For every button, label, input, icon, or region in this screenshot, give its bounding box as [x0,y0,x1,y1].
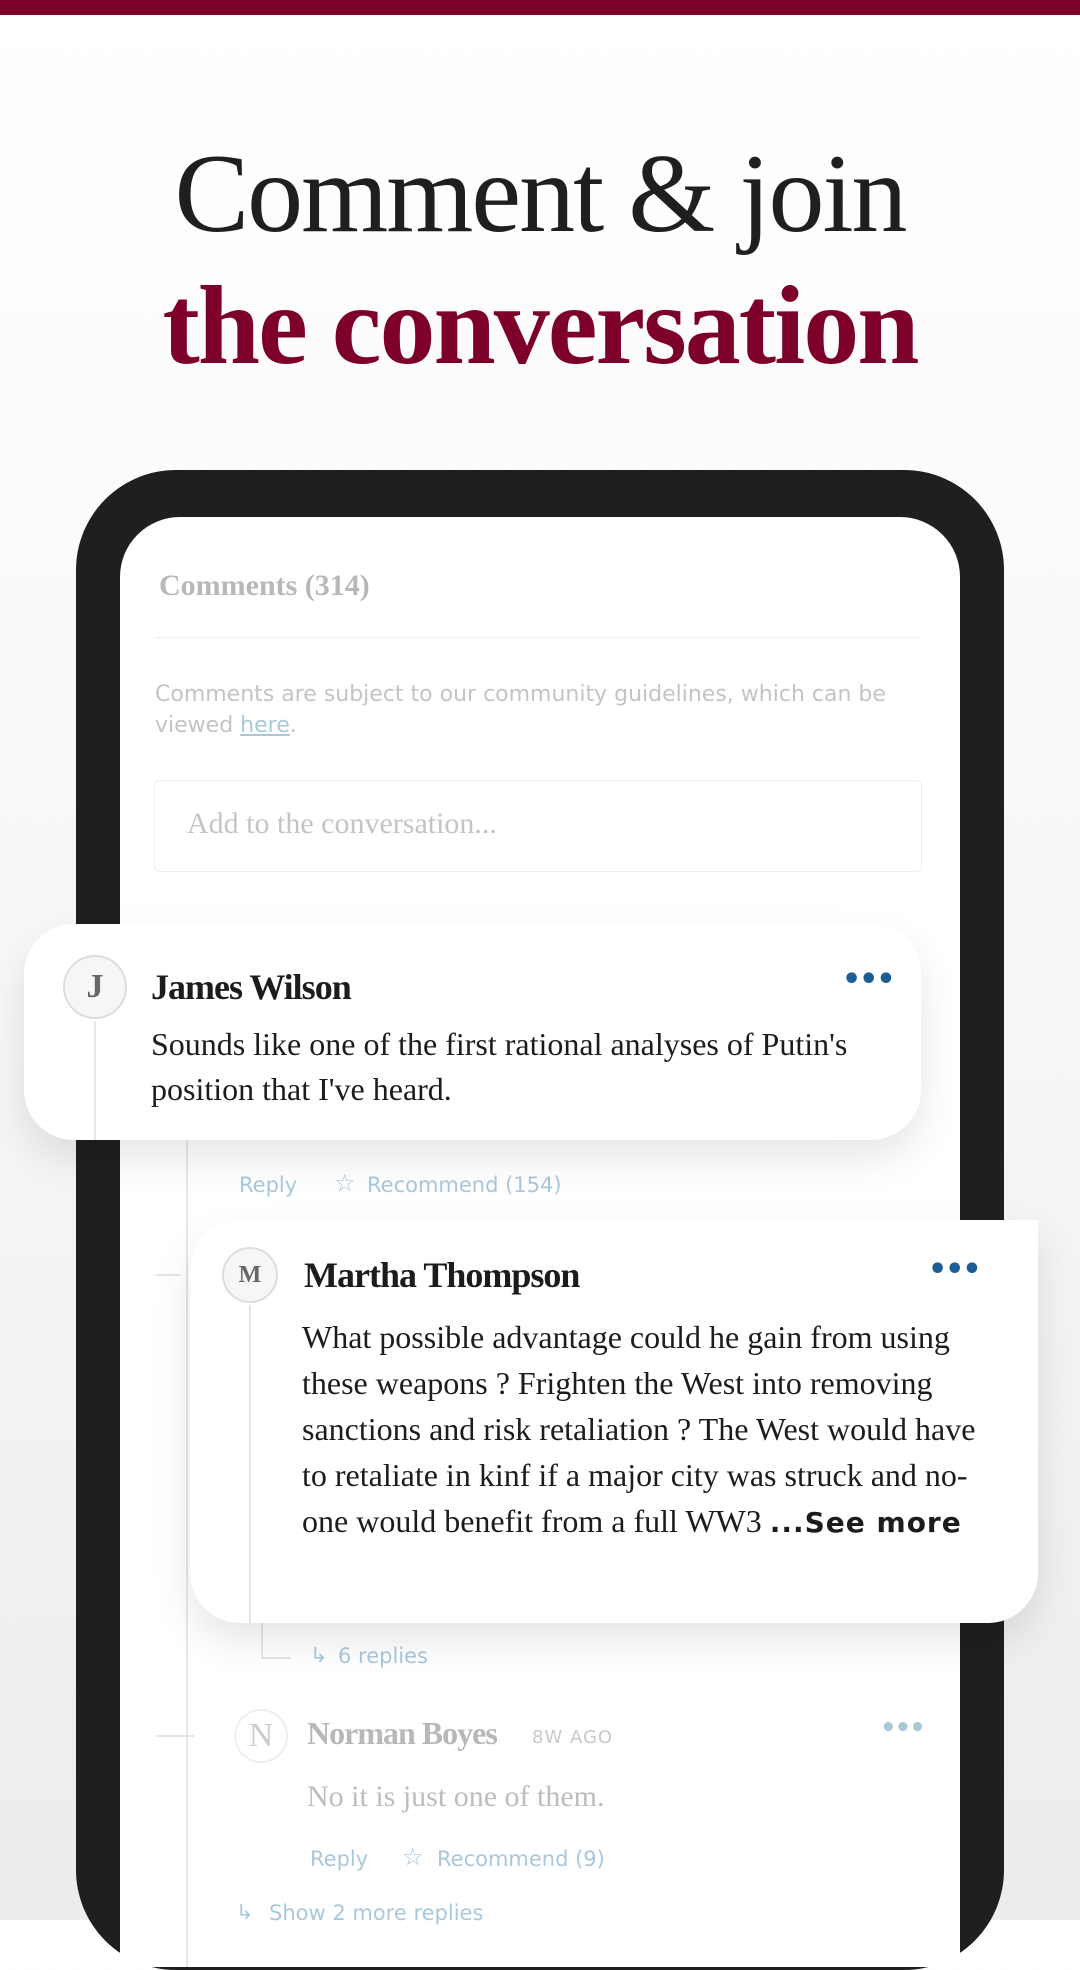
star-icon[interactable]: ☆ [334,1169,356,1197]
reply-arrow-icon: ↳ [236,1900,254,1924]
brand-top-bar [0,0,1080,15]
comment-card: J James Wilson ••• Sounds like one of th… [24,924,921,1140]
comments-count-title: Comments (314) [159,569,370,602]
thread-line [261,1617,263,1657]
thread-connector [261,1657,291,1659]
reply-button[interactable]: Reply [239,1173,297,1197]
recommend-button[interactable]: Recommend (154) [367,1173,562,1197]
reply-button[interactable]: Reply [310,1847,368,1871]
view-replies-link[interactable]: 6 replies [338,1644,428,1668]
thread-line [94,1021,96,1140]
comment-input[interactable]: Add to the conversation... [154,780,922,872]
thread-connector [156,1274,180,1276]
divider [155,637,921,638]
guidelines-link[interactable]: here [240,713,290,738]
see-more-link[interactable]: ...See more [770,1506,962,1539]
comment-time: 8W AGO [532,1727,614,1748]
reply-arrow-icon: ↳ [310,1643,328,1667]
recommend-button[interactable]: Recommend (9) [437,1847,605,1871]
avatar: M [222,1247,278,1303]
comment-card: M Martha Thompson ••• What possible adva… [190,1220,1038,1623]
guidelines-text: Comments are subject to our community gu… [155,682,886,738]
comment-body: No it is just one of them. [307,1780,605,1813]
comment-author: Martha Thompson [304,1255,580,1295]
more-dots-icon[interactable]: ••• [842,962,896,997]
comment-author: Norman Boyes [307,1715,498,1751]
thread-line [186,1137,188,1967]
avatar: N [234,1709,288,1763]
thread-connector [156,1735,194,1737]
star-icon[interactable]: ☆ [402,1843,424,1871]
comment-body: What possible advantage could he gain fr… [302,1319,976,1539]
headline-line-1: Comment & join [174,132,907,256]
more-dots-icon[interactable]: ••• [880,1713,926,1743]
show-more-replies-link[interactable]: Show 2 more replies [269,1901,483,1925]
avatar: J [63,955,127,1019]
comment-author: James Wilson [151,967,352,1007]
headline-line-2: the conversation [162,264,919,388]
comment-body: Sounds like one of the first rational an… [151,1026,848,1107]
more-dots-icon[interactable]: ••• [928,1252,982,1287]
thread-line [249,1305,251,1623]
